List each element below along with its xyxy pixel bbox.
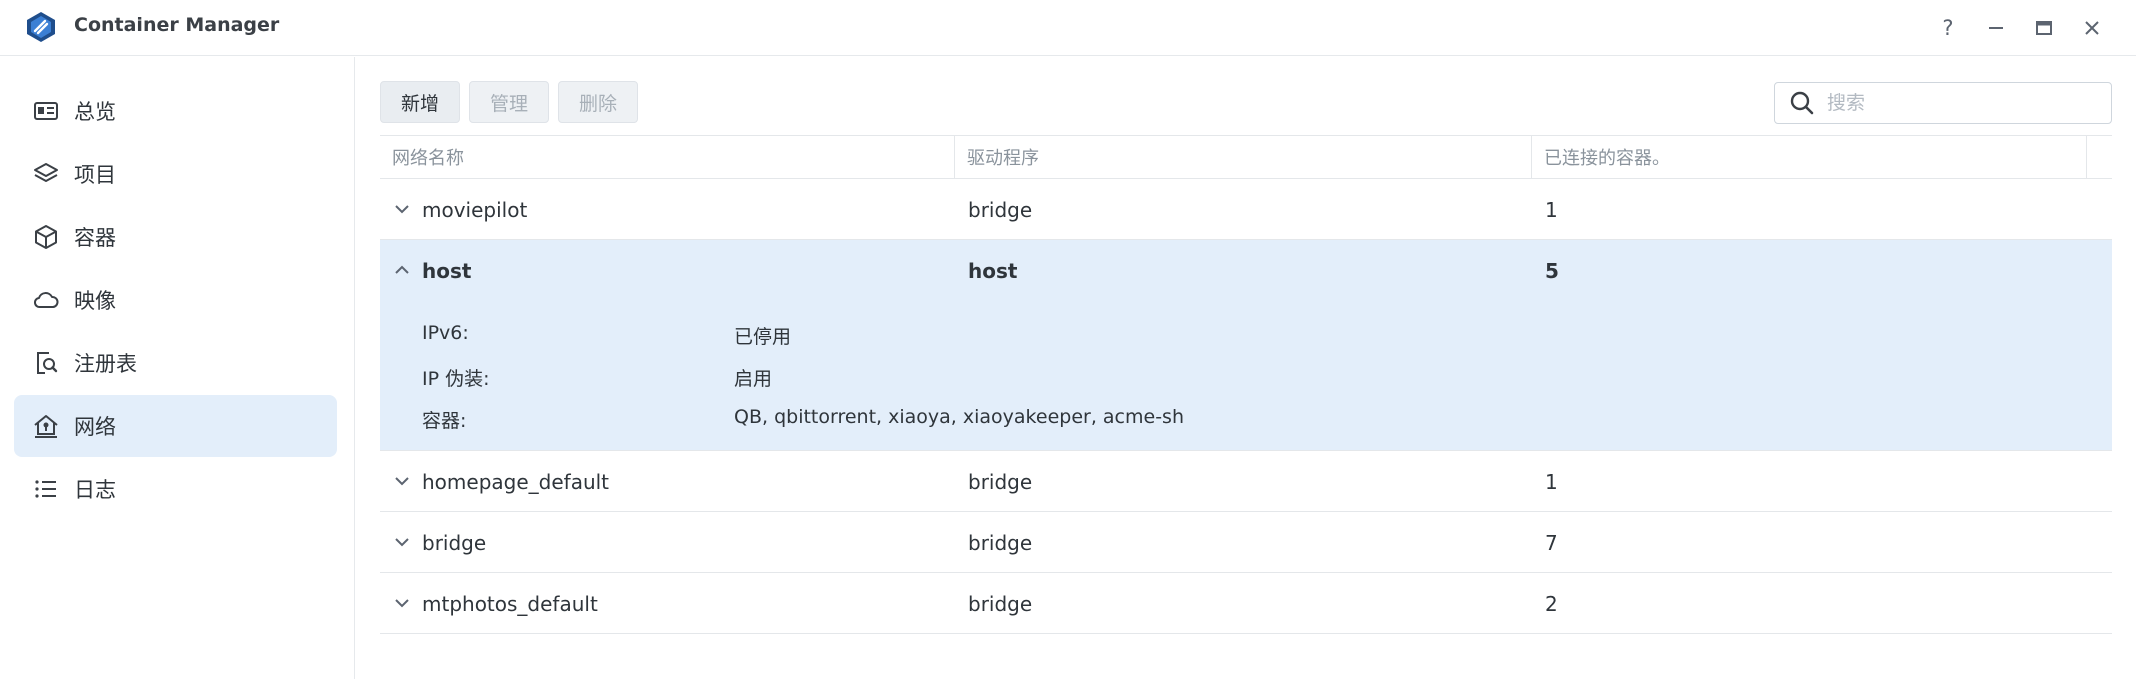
help-icon: ?: [1942, 16, 1954, 40]
column-header-connected[interactable]: 已连接的容器。: [1532, 136, 2066, 178]
title-bar: Container Manager ?: [0, 0, 2136, 56]
maximize-icon: [2036, 21, 2052, 35]
network-name: moviepilot: [422, 197, 528, 222]
sidebar-item-label: 注册表: [74, 352, 137, 376]
sidebar-item-overview[interactable]: 总览: [14, 80, 337, 142]
column-divider: [2086, 136, 2087, 178]
detail-value-ipv6: 已停用: [734, 326, 792, 348]
close-button[interactable]: [2076, 12, 2108, 44]
container-manager-logo-icon: [27, 12, 55, 42]
column-header-driver[interactable]: 驱动程序: [955, 136, 1531, 178]
table-row[interactable]: bridge bridge 7: [380, 512, 2112, 573]
network-driver: bridge: [968, 530, 1033, 555]
connected-count: 1: [1545, 469, 1558, 494]
detail-value-containers: QB, qbittorrent, xiaoya, xiaoyakeeper, a…: [734, 406, 1184, 428]
connected-count: 2: [1545, 591, 1558, 616]
sidebar-item-images[interactable]: 映像: [14, 269, 337, 331]
list-icon: [35, 480, 56, 498]
sidebar-item-label: 总览: [74, 100, 116, 124]
registry-search-icon: [37, 352, 58, 374]
network-name: homepage_default: [422, 469, 610, 494]
cube-icon: [35, 225, 57, 249]
network-driver: host: [968, 258, 1018, 283]
maximize-button[interactable]: [2028, 12, 2060, 44]
network-name: host: [422, 258, 472, 283]
manage-button[interactable]: 管理: [469, 81, 549, 123]
sidebar-item-label: 项目: [74, 163, 116, 187]
main-content: 新增 管理 删除 网络名称 驱动程序 已连接的容器。 moviepilot: [356, 57, 2136, 679]
add-button[interactable]: 新增: [380, 81, 460, 123]
search-box[interactable]: [1774, 82, 2112, 124]
sidebar-item-logs[interactable]: 日志: [14, 458, 337, 520]
network-driver: bridge: [968, 591, 1033, 616]
network-table: 网络名称 驱动程序 已连接的容器。 moviepilot bridge 1 ho…: [380, 135, 2112, 634]
cloud-icon: [33, 292, 59, 308]
sidebar-item-label: 容器: [74, 226, 116, 250]
chevron-up-icon[interactable]: [392, 260, 412, 280]
table-row[interactable]: moviepilot bridge 1: [380, 179, 2112, 240]
sidebar-item-label: 网络: [74, 415, 116, 439]
column-header-name[interactable]: 网络名称: [380, 136, 954, 178]
sidebar: 总览 项目 容器 映像 注册表 网络 日志: [0, 57, 355, 679]
sidebar-item-network[interactable]: 网络: [14, 395, 337, 457]
app-title: Container Manager: [74, 14, 280, 36]
chevron-down-icon[interactable]: [392, 532, 412, 552]
table-row-expanded[interactable]: host host 5 IPv6: 已停用 IP 伪装: 启用 容器: QB, …: [380, 240, 2112, 451]
search-input[interactable]: [1827, 92, 2097, 114]
search-icon: [1790, 91, 1814, 115]
table-row[interactable]: homepage_default bridge 1: [380, 451, 2112, 512]
table-header: 网络名称 驱动程序 已连接的容器。: [380, 135, 2112, 179]
chevron-down-icon[interactable]: [392, 199, 412, 219]
table-row[interactable]: mtphotos_default bridge 2: [380, 573, 2112, 634]
detail-label-containers: 容器:: [422, 410, 467, 432]
close-icon: [2085, 21, 2099, 35]
minimize-button[interactable]: [1980, 12, 2012, 44]
network-home-icon: [34, 415, 58, 438]
network-name: mtphotos_default: [422, 591, 598, 616]
chevron-down-icon[interactable]: [392, 593, 412, 613]
layers-icon: [34, 163, 58, 182]
help-button[interactable]: ?: [1932, 12, 1964, 44]
sidebar-item-registry[interactable]: 注册表: [14, 332, 337, 394]
overview-icon: [34, 102, 58, 120]
sidebar-item-label: 映像: [74, 289, 116, 313]
detail-value-ip-masquerade: 启用: [734, 368, 773, 390]
sidebar-item-containers[interactable]: 容器: [14, 206, 337, 268]
network-name: bridge: [422, 530, 487, 555]
network-driver: bridge: [968, 197, 1033, 222]
network-driver: bridge: [968, 469, 1033, 494]
connected-count: 1: [1545, 197, 1558, 222]
sidebar-item-label: 日志: [74, 478, 116, 502]
chevron-down-icon[interactable]: [392, 471, 412, 491]
minimize-icon: [1989, 27, 2003, 29]
detail-label-ip-masquerade: IP 伪装:: [422, 368, 490, 390]
connected-count: 7: [1545, 530, 1558, 555]
detail-label-ipv6: IPv6:: [422, 322, 469, 344]
connected-count: 5: [1545, 258, 1559, 283]
delete-button[interactable]: 删除: [558, 81, 638, 123]
sidebar-item-projects[interactable]: 项目: [14, 143, 337, 205]
container-manager-window: Container Manager ? 总览 项目 容器 映像 注册表 网络 日…: [0, 0, 2136, 679]
